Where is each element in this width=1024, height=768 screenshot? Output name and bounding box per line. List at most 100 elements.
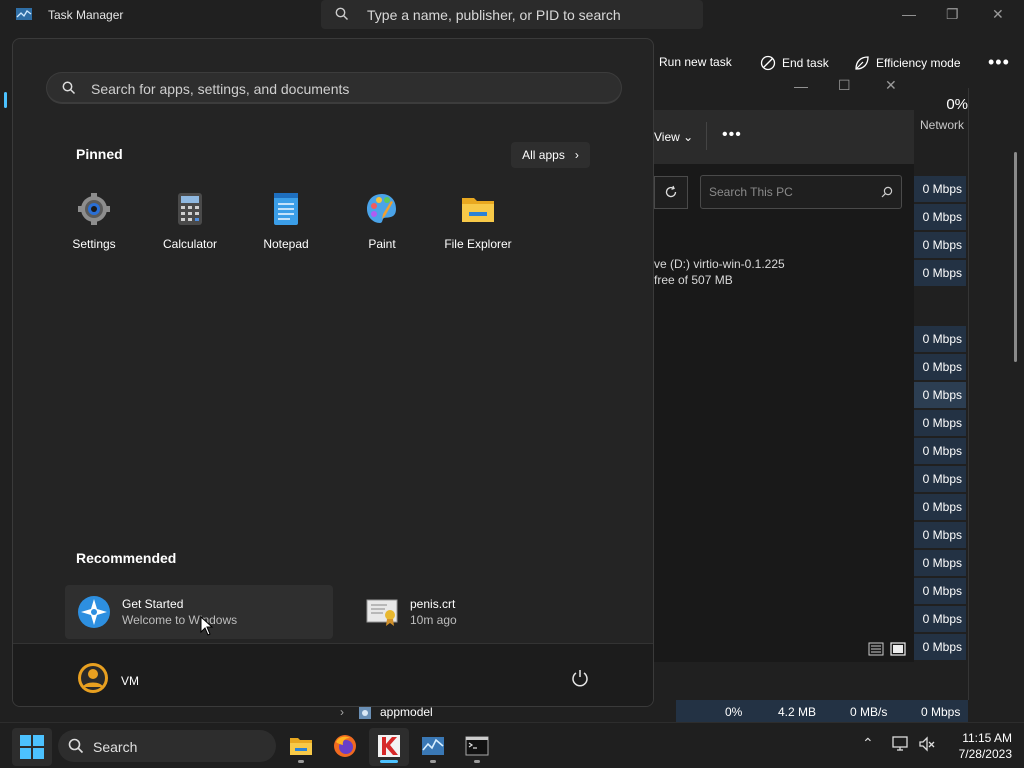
recommended-subtitle: Welcome to Windows: [122, 613, 238, 627]
taskbar-task-manager[interactable]: [413, 728, 453, 766]
process-search-input[interactable]: Type a name, publisher, or PID to search: [321, 0, 703, 29]
nav-selection-indicator: [4, 92, 7, 108]
recommended-title: Get Started: [122, 597, 184, 611]
task-manager-titlebar: Task Manager Type a name, publisher, or …: [0, 0, 1024, 30]
network-cell: 0 Mbps: [914, 550, 966, 576]
view-menu[interactable]: View ⌄: [654, 130, 693, 144]
scrollbar[interactable]: [1014, 152, 1017, 362]
close-button[interactable]: ✕: [992, 6, 1004, 23]
get-started-icon: [78, 596, 110, 628]
file-explorer-command-bar: View ⌄ •••: [654, 110, 914, 164]
minimize-button[interactable]: —: [794, 78, 808, 94]
view-label: View: [654, 130, 680, 144]
clock-date: 7/28/2023: [958, 747, 1012, 761]
user-name[interactable]: VM: [121, 674, 139, 688]
explorer-search-input[interactable]: Search This PC: [700, 175, 902, 209]
pinned-file-explorer[interactable]: File Explorer: [430, 189, 526, 251]
explorer-search-placeholder: Search This PC: [709, 185, 793, 199]
run-new-task-label: Run new task: [659, 55, 732, 69]
start-search-input[interactable]: Search for apps, settings, and documents: [46, 72, 622, 104]
taskbar-kaspersky[interactable]: [369, 728, 409, 766]
recommended-get-started[interactable]: Get Started Welcome to Windows: [65, 585, 333, 639]
more-options-icon[interactable]: •••: [722, 126, 742, 144]
search-icon: [881, 186, 893, 198]
start-button[interactable]: [12, 728, 52, 766]
taskbar-firefox[interactable]: [325, 728, 365, 766]
network-column-header[interactable]: Network: [914, 118, 964, 132]
pinned-heading: Pinned: [76, 146, 123, 162]
network-cell: 0 Mbps: [914, 578, 966, 604]
pinned-settings[interactable]: Settings: [46, 189, 142, 251]
chevron-right-icon[interactable]: ›: [340, 705, 344, 719]
network-cell: 0 Mbps: [914, 410, 966, 436]
taskbar-terminal[interactable]: [457, 728, 497, 766]
pinned-label: Settings: [72, 237, 116, 251]
network-cell: 0 Mbps: [914, 634, 966, 660]
network-cell: 0 Mbps: [914, 494, 966, 520]
drive-space: free of 507 MB: [654, 273, 733, 287]
mouse-cursor: [200, 616, 214, 636]
end-task-label: End task: [782, 56, 829, 70]
taskbar-search[interactable]: Search: [58, 730, 276, 762]
network-cell: 0 Mbps: [914, 382, 966, 408]
column-divider: [968, 88, 969, 700]
speaker-muted-icon[interactable]: [918, 736, 936, 752]
taskbar-search-label: Search: [93, 739, 138, 755]
all-apps-button[interactable]: All apps ›: [511, 142, 590, 168]
notepad-icon: [274, 193, 298, 225]
certificate-icon: [366, 599, 398, 626]
recommended-penis-crt[interactable]: penis.crt 10m ago: [353, 585, 621, 639]
efficiency-mode-button[interactable]: Efficiency mode: [854, 55, 961, 71]
run-new-task-button[interactable]: Run new task: [659, 55, 732, 69]
more-options-icon[interactable]: •••: [988, 52, 1010, 73]
tiles-view-icon[interactable]: [890, 642, 906, 656]
pinned-label: Calculator: [162, 237, 218, 251]
running-indicator: [430, 760, 436, 763]
task-manager-nav: [0, 30, 12, 722]
process-icon: [359, 707, 371, 719]
pinned-label: File Explorer: [444, 237, 512, 251]
refresh-button[interactable]: [654, 176, 688, 209]
network-icon[interactable]: [892, 736, 910, 752]
power-icon[interactable]: [570, 668, 590, 688]
pinned-paint[interactable]: Paint: [334, 189, 430, 251]
taskbar-file-explorer[interactable]: [281, 728, 321, 766]
pinned-notepad[interactable]: Notepad: [238, 189, 334, 251]
details-view-icon[interactable]: [868, 642, 884, 656]
running-indicator: [298, 760, 304, 763]
refresh-icon: [665, 185, 677, 198]
search-icon: [62, 81, 76, 95]
process-disk: 0 MB/s: [850, 705, 888, 719]
process-search-placeholder: Type a name, publisher, or PID to search: [367, 7, 621, 23]
leaf-icon: [855, 56, 869, 70]
network-cell: 0 Mbps: [914, 354, 966, 380]
clock[interactable]: 11:15 AM 7/28/2023: [944, 730, 1012, 762]
network-cell: 0 Mbps: [914, 204, 966, 230]
file-explorer-icon: [290, 738, 312, 755]
recommended-heading: Recommended: [76, 550, 177, 566]
file-explorer-window: — ☐ ✕ View ⌄ ••• Search This PC ve (D:) …: [654, 72, 914, 662]
window-title: Task Manager: [48, 8, 124, 22]
active-indicator: [380, 760, 398, 763]
firefox-icon: [334, 735, 356, 757]
task-manager-icon: [16, 8, 32, 20]
end-task-button[interactable]: End task: [760, 55, 829, 71]
pinned-calculator[interactable]: Calculator: [142, 189, 238, 251]
maximize-button[interactable]: ☐: [838, 77, 851, 94]
avatar[interactable]: [77, 662, 109, 694]
minimize-button[interactable]: —: [902, 6, 916, 22]
close-button[interactable]: ✕: [885, 77, 897, 94]
restore-button[interactable]: ❐: [946, 6, 959, 23]
gear-icon: [78, 193, 110, 225]
recommended-subtitle: 10m ago: [410, 613, 457, 627]
chevron-up-icon[interactable]: ⌃: [862, 735, 874, 752]
calculator-icon: [178, 193, 202, 225]
pinned-label: Paint: [368, 237, 396, 251]
kaspersky-icon: [378, 735, 400, 757]
network-cell: 0 Mbps: [914, 260, 966, 286]
network-cell: 0 Mbps: [914, 606, 966, 632]
network-cell: 0 Mbps: [914, 438, 966, 464]
network-percent: 0%: [946, 96, 968, 113]
drive-label[interactable]: ve (D:) virtio-win-0.1.225: [654, 257, 785, 271]
clock-time: 11:15 AM: [962, 731, 1012, 745]
